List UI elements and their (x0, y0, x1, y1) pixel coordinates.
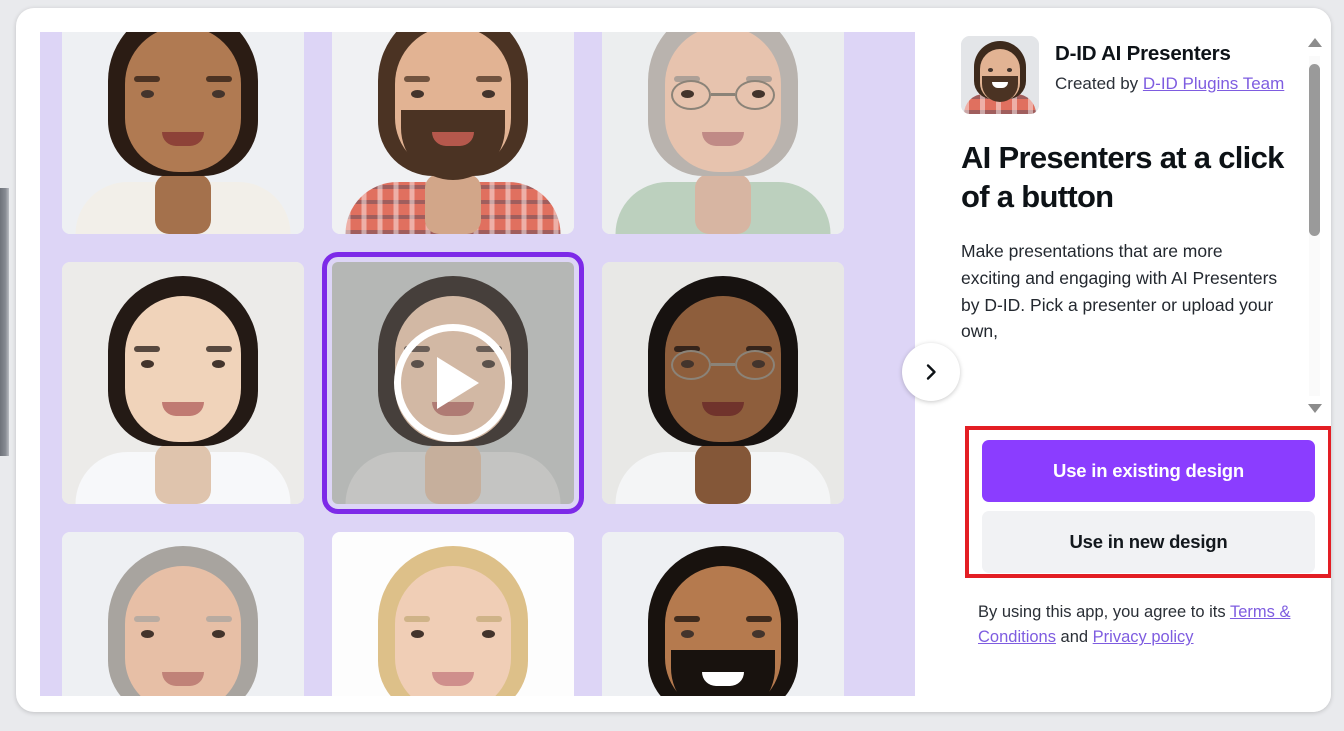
presenter-older-woman-glasses[interactable] (602, 32, 844, 234)
scroll-down-arrow-icon[interactable] (1307, 404, 1322, 413)
presenter-thumbnail-grid (40, 32, 915, 696)
promo-description: Make presentations that are more excitin… (961, 241, 1278, 342)
eyeglasses (671, 350, 775, 380)
presenter-man-dark-hair-beard[interactable] (602, 532, 844, 696)
privacy-policy-link[interactable]: Privacy policy (1093, 628, 1194, 646)
portrait-image (602, 262, 844, 504)
window-edge-decoration (0, 188, 9, 456)
scrollbar-thumb[interactable] (1309, 64, 1320, 236)
portrait-image (62, 532, 304, 696)
presenter-older-man-grey-hair[interactable] (62, 532, 304, 696)
play-icon[interactable] (394, 324, 512, 442)
legal-notice: By using this app, you agree to its Term… (978, 600, 1318, 650)
presenter-asian-woman-video[interactable] (322, 252, 584, 514)
portrait-image (332, 32, 574, 234)
promo-heading: AI Presenters at a click of a button (961, 140, 1284, 215)
legal-conjunction: and (1055, 628, 1093, 647)
portrait-image (602, 532, 844, 696)
presenter-gallery (40, 32, 915, 696)
presenter-avatar-image (961, 36, 1039, 114)
portrait-image (62, 32, 304, 234)
presenter-asian-woman-bob[interactable] (62, 262, 304, 504)
app-creator: Created by D-ID Plugins Team (1055, 72, 1284, 97)
creator-link[interactable]: D-ID Plugins Team (1143, 74, 1284, 93)
app-header: D-ID AI Presenters Created by D-ID Plugi… (961, 36, 1285, 114)
presenter-young-woman-smiling[interactable] (62, 32, 304, 234)
portrait-image (62, 262, 304, 504)
use-in-new-design-button[interactable]: Use in new design (982, 511, 1315, 573)
created-by-label: Created by (1055, 73, 1143, 93)
eyeglasses (671, 80, 775, 110)
presenter-woman-glasses-short-hair[interactable] (602, 262, 844, 504)
app-meta: D-ID AI Presenters Created by D-ID Plugi… (1055, 36, 1284, 96)
presenter-blonde-woman[interactable] (332, 532, 574, 696)
info-panel-scrollbar[interactable] (1306, 38, 1323, 413)
portrait-image (332, 532, 574, 696)
app-avatar (961, 36, 1039, 114)
app-card: D-ID AI Presenters Created by D-ID Plugi… (16, 8, 1331, 712)
use-in-existing-design-button[interactable]: Use in existing design (982, 440, 1315, 502)
chevron-right-icon (926, 364, 936, 380)
presenter-bearded-man-plaid[interactable] (332, 32, 574, 234)
gallery-next-button[interactable] (902, 343, 960, 401)
cta-annotation-box: Use in existing design Use in new design (965, 426, 1331, 578)
portrait-image (602, 32, 844, 234)
scroll-up-arrow-icon[interactable] (1307, 38, 1322, 47)
app-title: D-ID AI Presenters (1055, 42, 1231, 65)
app-root: D-ID AI Presenters Created by D-ID Plugi… (0, 0, 1344, 731)
legal-prefix: By using this app, you agree to its (978, 603, 1230, 621)
